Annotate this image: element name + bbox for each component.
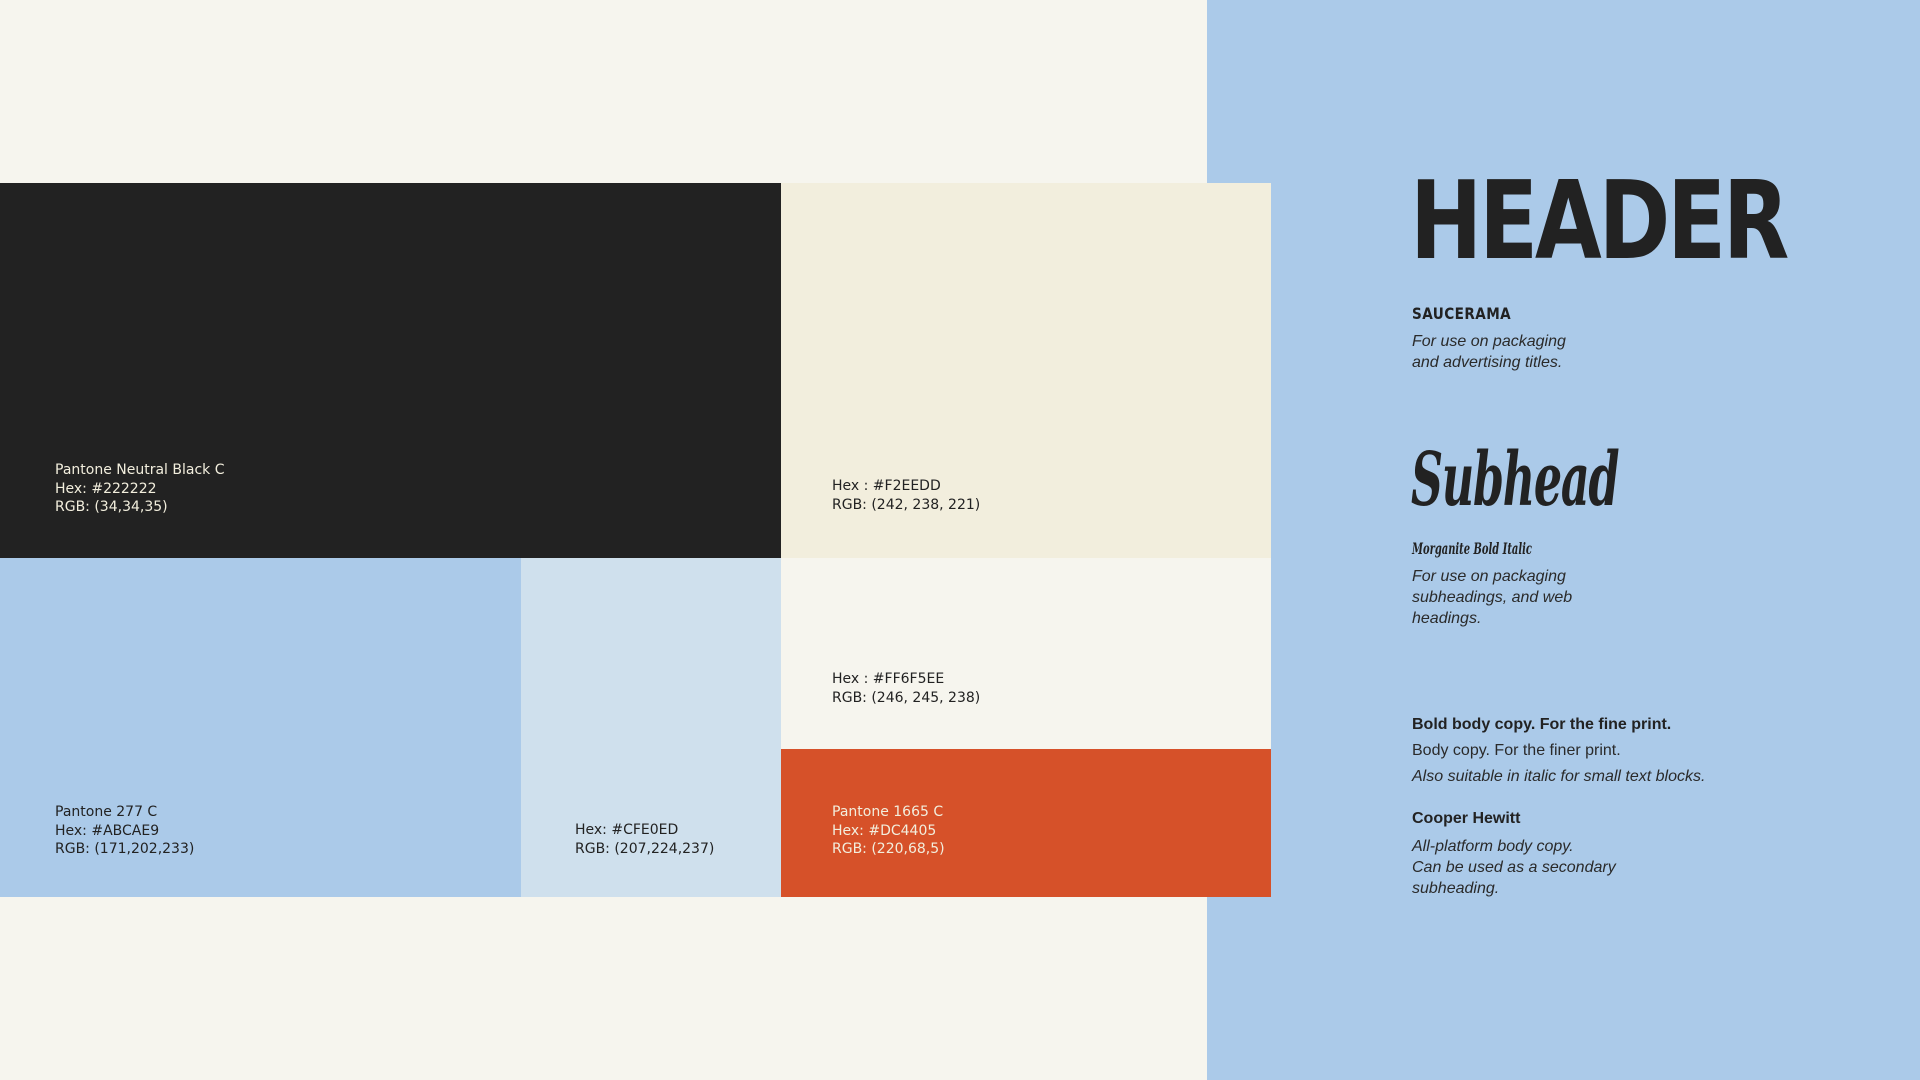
swatch-rgb: RGB: (246, 245, 238)	[832, 689, 981, 706]
swatch-rgb: RGB: (220,68,5)	[832, 841, 945, 857]
swatch-off-white: Hex : #FF6F5EE RGB: (246, 245, 238)	[781, 558, 1271, 749]
swatch-info: Hex : #FF6F5EE RGB: (246, 245, 238)	[832, 670, 980, 707]
header-font-description: For use on packaging and advertising tit…	[1412, 331, 1566, 373]
body-font-name: Cooper Hewitt	[1412, 810, 1521, 827]
subhead-type-sample: Subhead	[1411, 437, 1620, 523]
description-line: subheadings, and web	[1412, 589, 1573, 606]
swatch-light-blue: Hex: #CFE0ED RGB: (207,224,237)	[521, 558, 781, 897]
swatch-hex: Hex: #ABCAE9	[55, 822, 160, 839]
swatch-orange: Pantone 1665 C Hex: #DC4405 RGB: (220,68…	[781, 749, 1271, 897]
body-italic-sample: Also suitable in italic for small text b…	[1412, 768, 1706, 785]
subhead-font-name: Morganite Bold Italic	[1412, 539, 1532, 558]
swatch-info: Pantone Neutral Black C Hex: #222222 RGB…	[55, 461, 224, 517]
description-line: For use on packaging	[1412, 568, 1566, 585]
description-line: and advertising titles.	[1412, 354, 1563, 371]
swatch-blue: Pantone 277 C Hex: #ABCAE9 RGB: (171,202…	[0, 558, 521, 897]
swatch-hex: Hex: #CFE0ED	[575, 822, 679, 838]
header-font-name: SAUCERAMA	[1412, 304, 1512, 323]
swatch-rgb: RGB: (242, 238, 221)	[832, 496, 981, 513]
swatch-pantone-name: Pantone 1665 C	[832, 804, 944, 820]
body-font-description: All-platform body copy. Can be used as a…	[1412, 836, 1616, 899]
swatch-info: Hex : #F2EEDD RGB: (242, 238, 221)	[832, 477, 980, 514]
swatch-hex: Hex : #F2EEDD	[832, 478, 941, 494]
swatch-rgb: RGB: (171,202,233)	[55, 841, 195, 857]
swatch-info: Hex: #CFE0ED RGB: (207,224,237)	[575, 821, 714, 858]
description-line: Can be used as a secondary	[1412, 859, 1616, 876]
description-line: All-platform body copy.	[1412, 838, 1574, 855]
description-line: subheading.	[1412, 880, 1500, 897]
swatch-cream: Hex : #F2EEDD RGB: (242, 238, 221)	[781, 183, 1271, 558]
subhead-font-description: For use on packaging subheadings, and we…	[1412, 566, 1572, 629]
swatch-info: Pantone 1665 C Hex: #DC4405 RGB: (220,68…	[832, 803, 945, 859]
body-regular-sample: Body copy. For the finer print.	[1412, 742, 1621, 759]
swatch-hex: Hex: #222222	[55, 480, 157, 497]
swatch-pantone-name: Pantone Neutral Black C	[55, 462, 225, 478]
swatch-neutral-black: Pantone Neutral Black C Hex: #222222 RGB…	[0, 183, 781, 558]
description-line: headings.	[1412, 610, 1482, 627]
swatch-rgb: RGB: (207,224,237)	[575, 840, 715, 857]
swatch-info: Pantone 277 C Hex: #ABCAE9 RGB: (171,202…	[55, 803, 194, 859]
swatch-hex: Hex: #DC4405	[832, 822, 937, 839]
header-type-sample: HEADER	[1410, 159, 1789, 284]
swatch-pantone-name: Pantone 277 C	[55, 804, 158, 820]
description-line: For use on packaging	[1412, 333, 1566, 350]
swatch-hex: Hex : #FF6F5EE	[832, 671, 945, 687]
body-bold-sample: Bold body copy. For the fine print.	[1412, 716, 1672, 733]
swatch-rgb: RGB: (34,34,35)	[55, 499, 168, 515]
